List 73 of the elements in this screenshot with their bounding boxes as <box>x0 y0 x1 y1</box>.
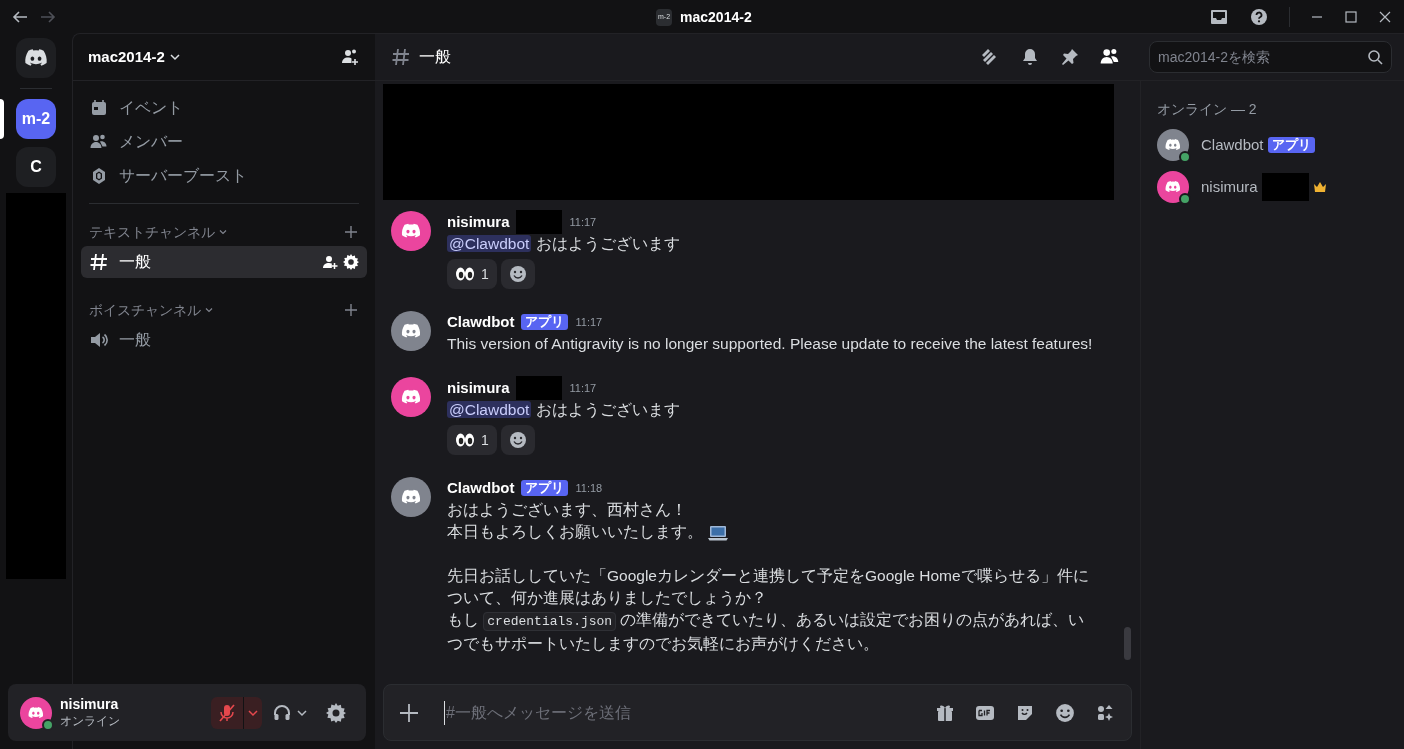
message-text: おはようございます <box>534 235 680 252</box>
smiley-icon[interactable] <box>1055 702 1075 723</box>
chevron-down-icon <box>168 51 181 63</box>
message-time: 11:17 <box>575 314 603 330</box>
mention-link[interactable]: @Clawdbot <box>447 235 532 252</box>
window-title: mac2014-2 <box>680 8 752 27</box>
category-header[interactable]: ボイスチャンネル <box>89 299 214 321</box>
settings-icon[interactable] <box>326 702 346 723</box>
pin-icon[interactable] <box>1059 46 1081 68</box>
calendar-icon <box>89 98 109 118</box>
message-text: 先日お話ししていた「Googleカレンダーと連携して予定をGoogle Homeで喋らせる」件について、何か進展はありましたでしょうか？ <box>447 566 1090 608</box>
add-reaction-button[interactable] <box>500 425 535 455</box>
mention-link[interactable]: @Clawdbot <box>447 401 532 418</box>
plus-icon[interactable] <box>345 304 357 316</box>
message-text: 本日もよろしくお願いいたします。 <box>447 523 703 540</box>
author-name[interactable]: Clawdbot <box>447 310 515 334</box>
eyes-icon <box>455 432 475 448</box>
member-item[interactable]: Clawdbot アプリ <box>1149 124 1396 166</box>
user-status: オンライン <box>60 713 120 729</box>
member-group-heading: オンライン — 2 <box>1156 100 1258 119</box>
app-tag: アプリ <box>1267 137 1315 153</box>
author-name[interactable]: Clawdbot <box>447 476 515 500</box>
message-text: もし credentials.json の準備ができていたり、あるいは設定でお困りの点があれば、いつでもサポートいたしますのでお気軽にお声がけください。 <box>447 610 1086 654</box>
user-name: nisimura <box>60 696 120 714</box>
message-time: 11:18 <box>575 480 603 496</box>
search-icon <box>1367 49 1383 65</box>
eyes-icon <box>455 266 475 282</box>
message-text: おはようございます <box>534 401 680 418</box>
sidebar-nav-item[interactable]: イベント <box>81 91 367 125</box>
speaker-icon <box>89 330 109 350</box>
sidebar-nav-item[interactable]: サーバーブースト <box>81 159 367 193</box>
settings-icon[interactable] <box>343 254 359 270</box>
selection-pill <box>0 99 4 139</box>
message-time: 11:17 <box>569 380 597 396</box>
sidebar-nav-item[interactable]: メンバー <box>81 125 367 159</box>
author-name[interactable]: nisimura <box>447 210 510 234</box>
add-member-icon[interactable] <box>340 47 360 67</box>
category-header[interactable]: テキストチャンネル <box>89 221 228 243</box>
message-text: おはようございます、西村さん！ <box>447 500 688 520</box>
server-icon[interactable]: C <box>16 147 56 187</box>
add-member-icon[interactable] <box>322 254 338 270</box>
help-icon[interactable] <box>1249 6 1269 27</box>
scrollbar-thumb[interactable] <box>1124 627 1131 660</box>
reaction-button[interactable]: 1 <box>447 425 497 455</box>
headphones-icon <box>272 702 292 723</box>
message-text: This version of Antigravity is no longer supported. Please update to receive the latest features! <box>447 334 1094 354</box>
chevron-down-icon <box>218 227 228 237</box>
close-icon[interactable] <box>1378 9 1392 24</box>
message-time: 11:17 <box>569 214 597 230</box>
plus-icon[interactable] <box>400 703 418 722</box>
chevron-down-icon <box>204 305 214 315</box>
hashtag-icon <box>391 47 411 67</box>
server-name-button[interactable]: mac2014-2 <box>88 45 181 69</box>
author-name[interactable]: nisimura <box>447 376 510 400</box>
channel-item[interactable]: 一般 <box>81 324 367 356</box>
smiley-icon <box>508 265 527 283</box>
laptop-icon <box>707 523 729 542</box>
channel-title: 一般 <box>419 47 451 67</box>
app-tag: アプリ <box>520 314 568 330</box>
hashtag-icon <box>89 252 109 272</box>
back-arrow-icon[interactable] <box>12 9 28 24</box>
member-item[interactable]: nisimura <box>1149 166 1396 208</box>
home-button[interactable] <box>16 38 56 78</box>
channel-item[interactable]: 一般 <box>81 246 367 278</box>
plus-icon[interactable] <box>345 226 357 238</box>
add-reaction-button[interactable] <box>500 259 535 289</box>
mute-button[interactable] <box>211 696 262 729</box>
app-tag: アプリ <box>520 480 568 496</box>
reaction-button[interactable]: 1 <box>447 259 497 289</box>
server-icon[interactable]: m-2 <box>16 99 56 139</box>
search-field[interactable]: mac2014-2を検索 <box>1149 41 1392 73</box>
smiley-icon <box>508 431 527 449</box>
maximize-icon[interactable] <box>1344 9 1358 24</box>
